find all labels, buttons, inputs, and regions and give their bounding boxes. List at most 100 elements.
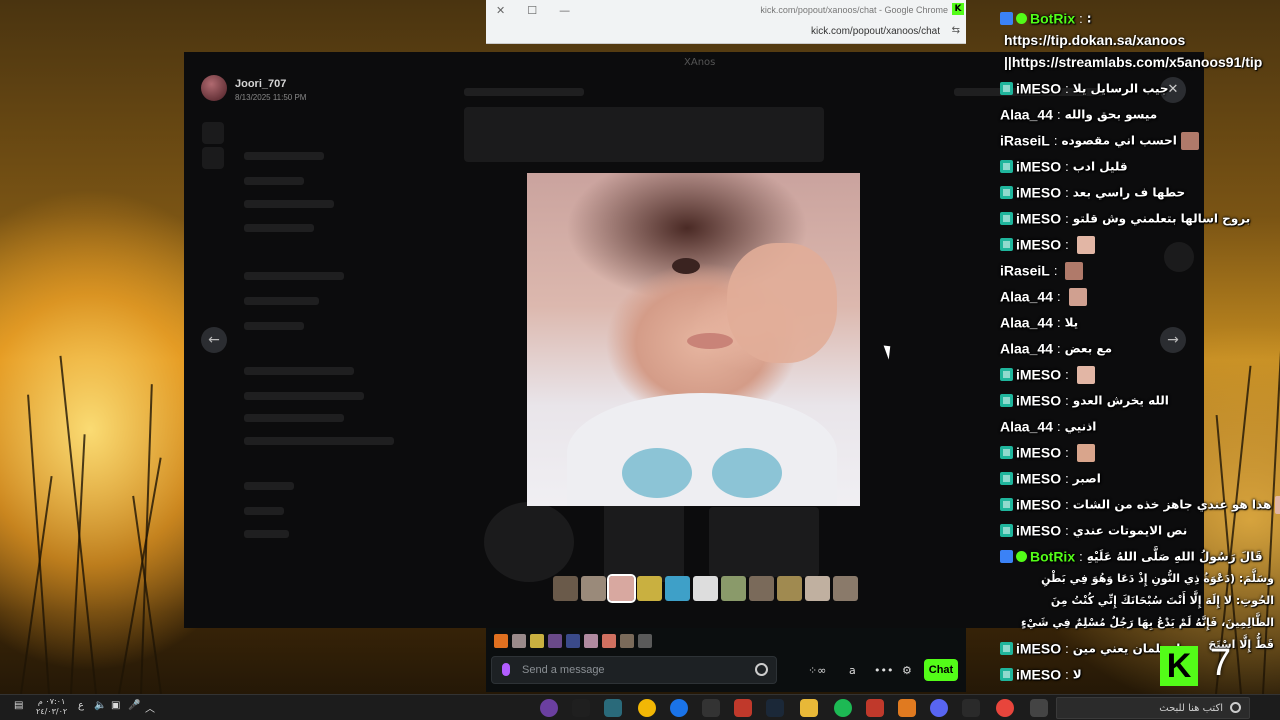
recent-emote[interactable] — [494, 634, 508, 648]
vidgames-app-icon[interactable] — [734, 699, 752, 717]
chat-username[interactable]: iMESO — [1016, 237, 1061, 253]
chat-username[interactable]: Alaa_44 — [1000, 419, 1053, 435]
close-window-button[interactable]: ✕ — [496, 4, 505, 17]
task-view-icon[interactable] — [1030, 699, 1048, 717]
recent-emote[interactable] — [548, 634, 562, 648]
chat-username[interactable]: iMESO — [1016, 523, 1061, 539]
chat-app-icon[interactable] — [638, 699, 656, 717]
steam-app-icon[interactable] — [766, 699, 784, 717]
taskbar-search[interactable] — [1056, 697, 1250, 719]
chat-username[interactable]: iRaseiL — [1000, 133, 1050, 149]
chat-emote — [1076, 235, 1095, 254]
window-controls: ✕ ☐ — — [496, 4, 570, 17]
text-format-icon[interactable]: a — [849, 664, 856, 677]
image-thumbnail[interactable] — [833, 576, 858, 601]
recent-emote[interactable] — [638, 634, 652, 648]
recent-emote[interactable] — [584, 634, 598, 648]
image-thumbnail[interactable] — [693, 576, 718, 601]
image-thumbnail[interactable] — [553, 576, 578, 601]
microphone-icon[interactable]: 🎤 — [128, 700, 140, 711]
more-options-icon[interactable]: ••• — [874, 664, 893, 677]
emoji-picker-icon[interactable] — [755, 663, 768, 676]
image-thumbnail[interactable] — [805, 576, 830, 601]
address-bar-url[interactable]: kick.com/popout/xanoos/chat — [811, 26, 940, 37]
image-thumbnail[interactable] — [721, 576, 746, 601]
app-icon[interactable] — [898, 699, 916, 717]
chat-message-text: مع بعض — [1064, 341, 1113, 356]
mod-badge-icon — [1000, 394, 1013, 407]
chat-message-text: بروح اسالها بتعلمني وش قلتو — [1072, 211, 1251, 226]
chat-username[interactable]: Alaa_44 — [1000, 107, 1053, 123]
taskbar-search-input[interactable] — [1063, 701, 1223, 715]
emote-menu-icon[interactable]: ⁘∞ — [808, 664, 826, 677]
chat-username[interactable]: Alaa_44 — [1000, 341, 1053, 357]
epic-games-icon[interactable] — [962, 699, 980, 717]
terminal-app-icon[interactable] — [604, 699, 622, 717]
minimize-window-button[interactable]: — — [559, 4, 570, 17]
image-thumbnail[interactable] — [607, 574, 636, 603]
chrome-popout-window: ✕ ☐ — kick.com/popout/xanoos/chat - Goog… — [486, 0, 966, 44]
chat-send-area: ⁘∞ a ••• ⚙ Chat — [486, 628, 966, 692]
spotify-app-icon[interactable] — [834, 699, 852, 717]
chat-message-text: قليل ادب — [1072, 159, 1128, 174]
chat-message: iMESO: — [1000, 442, 1280, 466]
chat-username[interactable]: iMESO — [1016, 497, 1061, 513]
input-language[interactable]: ع — [78, 700, 84, 711]
taskbar-clock[interactable]: ٠٧:٠١ م ٢٤/٠٣/٠٢ — [36, 697, 67, 717]
chat-username[interactable]: iMESO — [1016, 445, 1061, 461]
chat-username[interactable]: BotRix — [1030, 11, 1075, 27]
volume-icon[interactable]: 🔈 — [94, 700, 106, 711]
chat-username[interactable]: BotRix — [1030, 549, 1075, 565]
chat-username[interactable]: iMESO — [1016, 159, 1061, 175]
maximize-window-button[interactable]: ☐ — [527, 4, 537, 17]
image-thumbnail[interactable] — [637, 576, 662, 601]
botrix-tip-link[interactable]: https://tip.dokan.sa/xanoos — [1004, 32, 1185, 48]
chat-username[interactable]: Alaa_44 — [1000, 315, 1053, 331]
discord-app-icon[interactable] — [930, 699, 948, 717]
image-thumbnail[interactable] — [665, 576, 690, 601]
recent-emote[interactable] — [530, 634, 544, 648]
image-thumbnail[interactable] — [777, 576, 802, 601]
image-thumbnail[interactable] — [749, 576, 774, 601]
previous-image-button[interactable]: ← — [201, 327, 227, 353]
site-settings-icon[interactable]: ⇆ — [952, 25, 960, 36]
chat-username[interactable]: iMESO — [1016, 185, 1061, 201]
send-chat-button[interactable]: Chat — [924, 659, 958, 681]
botrix-streamlabs-link[interactable]: ||https://streamlabs.com/x5anoos91/tip — [1004, 54, 1262, 70]
message-input-wrapper[interactable] — [491, 656, 777, 684]
recent-emote[interactable] — [602, 634, 616, 648]
chat-username[interactable]: iRaseiL — [1000, 263, 1050, 279]
mic-icon[interactable] — [502, 663, 510, 676]
chat-username[interactable]: iMESO — [1016, 667, 1061, 683]
author-username[interactable]: Joori_707 — [235, 78, 286, 90]
notifications-icon[interactable]: ▤ — [14, 700, 23, 711]
chat-username[interactable]: iMESO — [1016, 81, 1061, 97]
network-icon[interactable]: ▣ — [111, 700, 120, 711]
chat-separator: : — [1056, 341, 1061, 356]
recent-emote[interactable] — [620, 634, 634, 648]
image-thumbnail[interactable] — [581, 576, 606, 601]
chat-message-text: نص الايموتات عندي — [1072, 523, 1188, 538]
file-explorer-icon[interactable] — [800, 699, 818, 717]
chat-username[interactable]: iMESO — [1016, 393, 1061, 409]
capture-app-icon[interactable] — [702, 699, 720, 717]
chat-username[interactable]: iMESO — [1016, 471, 1061, 487]
chat-settings-icon[interactable]: ⚙ — [902, 664, 912, 677]
record-app-icon[interactable] — [866, 699, 884, 717]
chrome-browser-icon[interactable] — [996, 699, 1014, 717]
chat-username[interactable]: Alaa_44 — [1000, 289, 1053, 305]
botrix-long-message: وسَلَّمَ: (دَعْوَةُ ذِي النُّونِ إِذْ دَ… — [1021, 572, 1274, 651]
chat-username[interactable]: iMESO — [1016, 367, 1061, 383]
edge-browser-icon[interactable] — [670, 699, 688, 717]
app-icon[interactable] — [572, 699, 590, 717]
message-input[interactable] — [522, 661, 742, 679]
chat-message: iMESO: نص الايموتات عندي — [1000, 520, 1280, 544]
chat-emote — [1180, 131, 1199, 150]
author-avatar[interactable] — [201, 75, 227, 101]
show-hidden-icons-icon[interactable]: ︿ — [145, 700, 155, 715]
clock-time: ٠٧:٠١ م — [37, 697, 66, 706]
recent-emote[interactable] — [566, 634, 580, 648]
chat-username[interactable]: iMESO — [1016, 211, 1061, 227]
twitch-app-icon[interactable] — [540, 699, 558, 717]
recent-emote[interactable] — [512, 634, 526, 648]
